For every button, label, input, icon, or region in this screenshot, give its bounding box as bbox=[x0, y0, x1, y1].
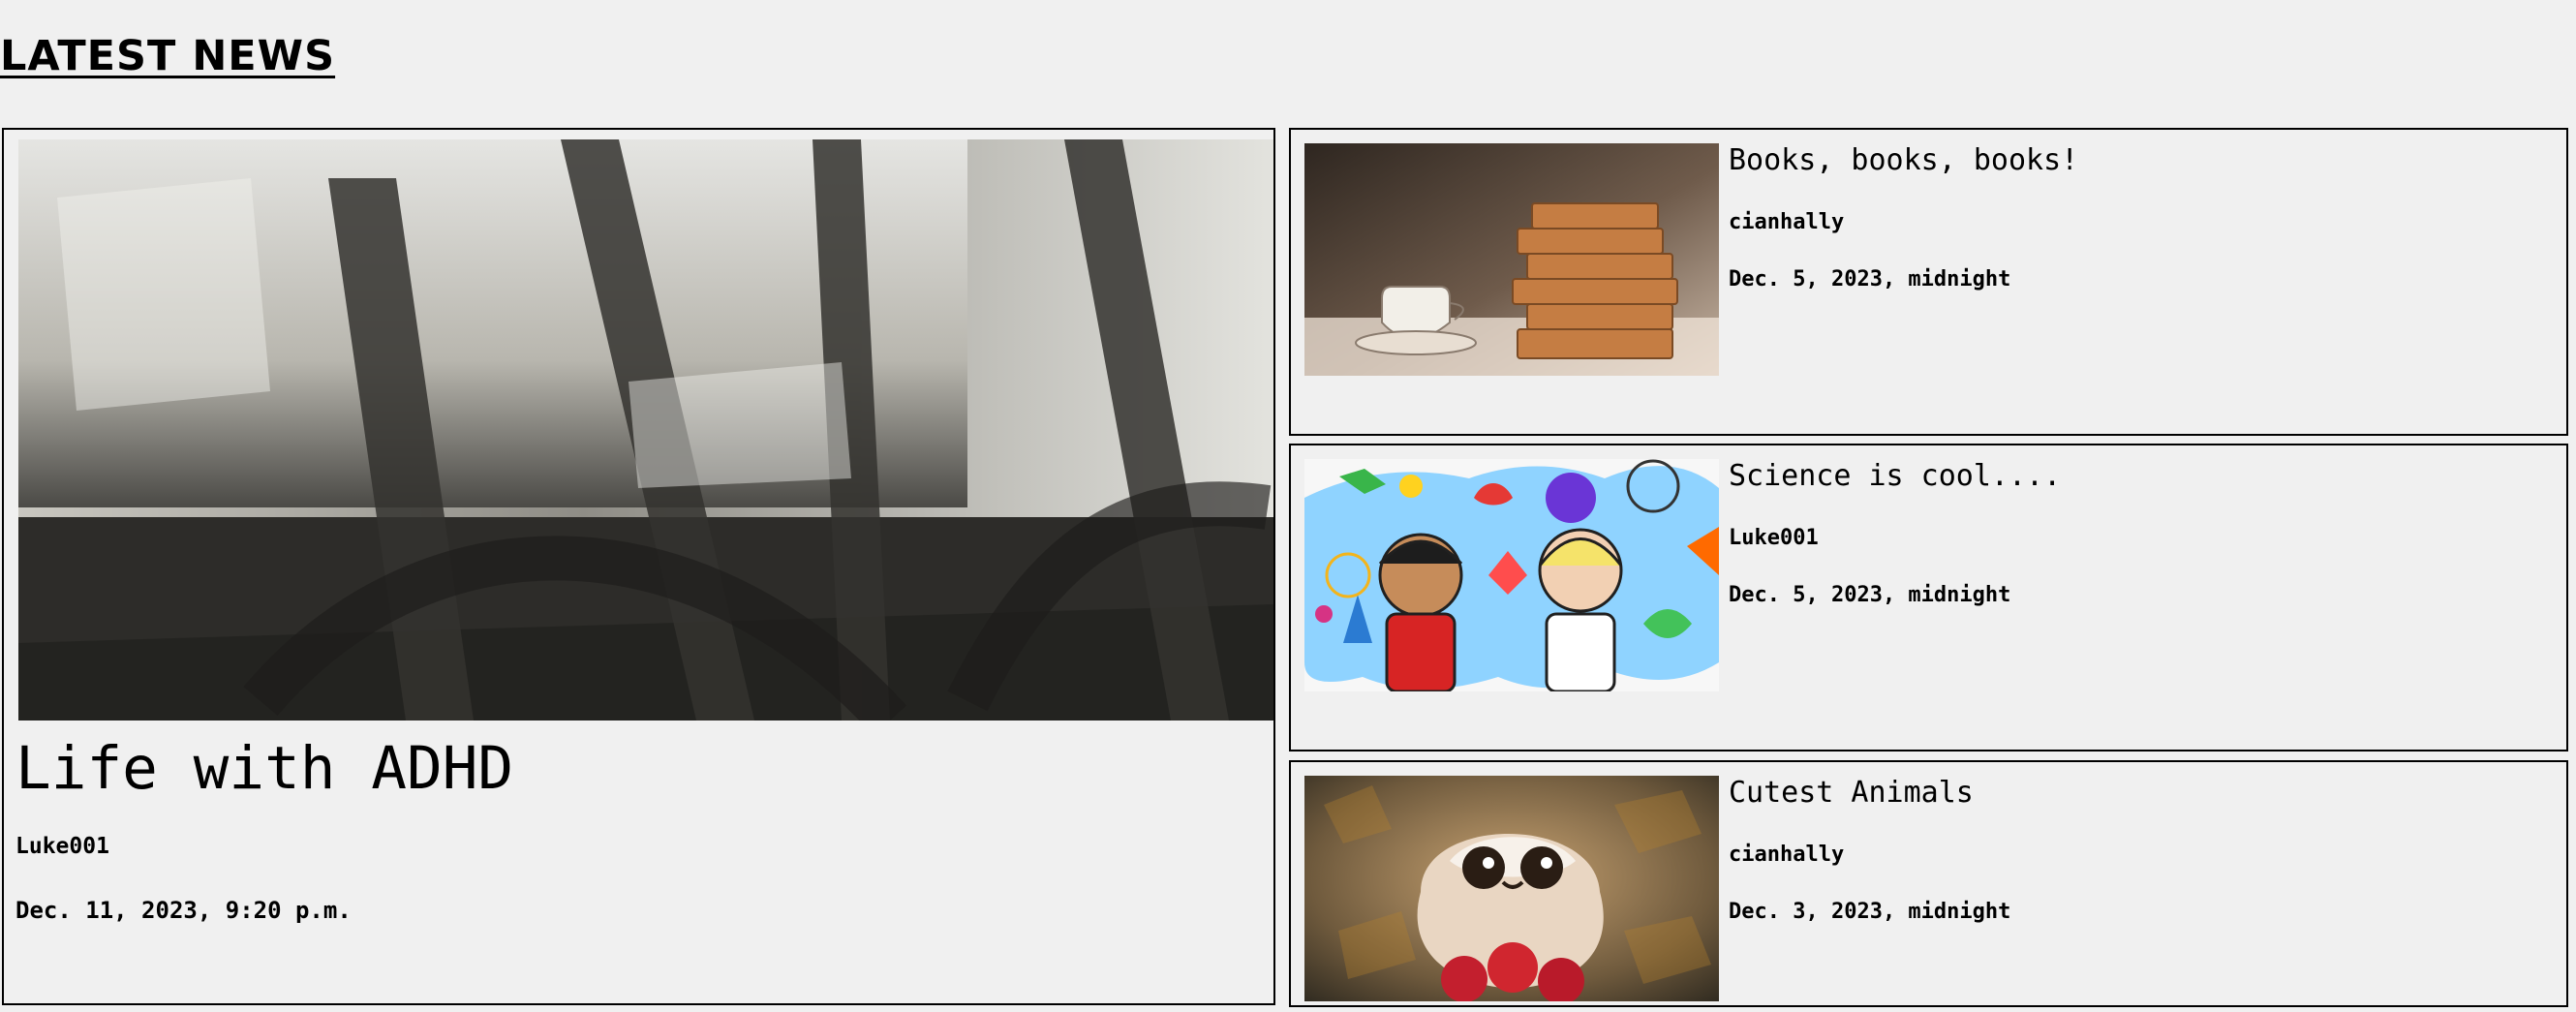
latest-news-heading: LATEST NEWS bbox=[0, 32, 336, 80]
news-card-author: Luke001 bbox=[1729, 526, 1819, 550]
featured-article-title[interactable]: Life with ADHD bbox=[15, 730, 513, 808]
news-card-author: cianhally bbox=[1729, 210, 1845, 234]
news-card-title[interactable]: Books, books, books! bbox=[1729, 141, 2078, 180]
news-card[interactable]: Cutest Animals cianhally Dec. 3, 2023, m… bbox=[1289, 760, 2568, 1007]
news-card-date: Dec. 5, 2023, midnight bbox=[1729, 267, 2011, 291]
news-card-title[interactable]: Science is cool.... bbox=[1729, 457, 2061, 496]
featured-article-author: Luke001 bbox=[15, 834, 109, 859]
featured-article[interactable]: Life with ADHD Luke001 Dec. 11, 2023, 9:… bbox=[2, 128, 1275, 1005]
featured-article-date: Dec. 11, 2023, 9:20 p.m. bbox=[15, 897, 352, 924]
news-card-title[interactable]: Cutest Animals bbox=[1729, 774, 1974, 813]
news-card-image[interactable] bbox=[1304, 143, 1719, 376]
news-card-image[interactable] bbox=[1304, 459, 1719, 691]
news-card-image[interactable] bbox=[1304, 776, 1719, 1001]
news-card[interactable]: Science is cool.... Luke001 Dec. 5, 2023… bbox=[1289, 444, 2568, 751]
news-card-date: Dec. 3, 2023, midnight bbox=[1729, 900, 2011, 924]
news-card-author: cianhally bbox=[1729, 843, 1845, 867]
news-card-date: Dec. 5, 2023, midnight bbox=[1729, 583, 2011, 607]
news-card[interactable]: Books, books, books! cianhally Dec. 5, 2… bbox=[1289, 128, 2568, 436]
featured-article-image[interactable] bbox=[18, 139, 1273, 721]
